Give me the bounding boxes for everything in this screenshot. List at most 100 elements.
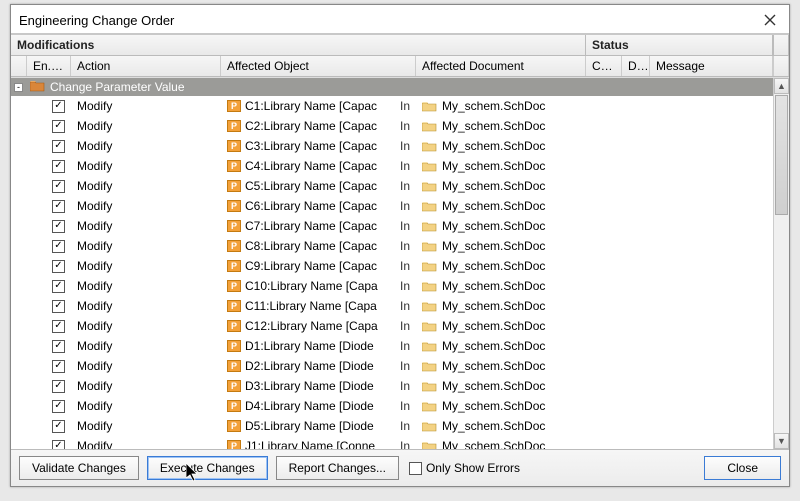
row-affected-document: My_schem.SchDoc	[416, 399, 586, 413]
col-header-affected-object[interactable]: Affected Object	[221, 56, 416, 76]
row-action: Modify	[71, 239, 221, 253]
checkbox-icon[interactable]	[409, 462, 422, 475]
scroll-down-button[interactable]: ▼	[774, 433, 789, 449]
col-header-check[interactable]: Ch...	[586, 56, 622, 76]
row-affected-document: My_schem.SchDoc	[416, 219, 586, 233]
table-row[interactable]: ✓ModifyPD4:Library Name [DiodeInMy_schem…	[11, 396, 789, 416]
table-row[interactable]: ✓ModifyPC2:Library Name [CapacInMy_schem…	[11, 116, 789, 136]
table-row[interactable]: ✓ModifyPC9:Library Name [CapacInMy_schem…	[11, 256, 789, 276]
row-enable-checkbox[interactable]: ✓	[27, 380, 71, 393]
row-affected-object: PC10:Library Name [CapaIn	[221, 279, 416, 293]
row-enable-checkbox[interactable]: ✓	[27, 140, 71, 153]
parameter-icon: P	[227, 200, 241, 212]
row-affected-object: PD1:Library Name [DiodeIn	[221, 339, 416, 353]
row-action: Modify	[71, 339, 221, 353]
table-row[interactable]: ✓ModifyPC7:Library Name [CapacInMy_schem…	[11, 216, 789, 236]
row-action: Modify	[71, 179, 221, 193]
row-action: Modify	[71, 119, 221, 133]
row-enable-checkbox[interactable]: ✓	[27, 360, 71, 373]
col-header-action[interactable]: Action	[71, 56, 221, 76]
row-enable-checkbox[interactable]: ✓	[27, 120, 71, 133]
table-row[interactable]: ✓ModifyPC6:Library Name [CapacInMy_schem…	[11, 196, 789, 216]
row-enable-checkbox[interactable]: ✓	[27, 340, 71, 353]
row-enable-checkbox[interactable]: ✓	[27, 420, 71, 433]
row-affected-document: My_schem.SchDoc	[416, 279, 586, 293]
only-show-errors-checkbox[interactable]: Only Show Errors	[409, 461, 520, 475]
col-header-enable[interactable]: En... ▾	[27, 56, 71, 76]
only-show-errors-label: Only Show Errors	[426, 461, 520, 475]
grid-rows: - Change Parameter Value ✓ModifyPC1:Libr…	[11, 78, 789, 449]
titlebar: Engineering Change Order	[11, 5, 789, 34]
table-row[interactable]: ✓ModifyPD1:Library Name [DiodeInMy_schem…	[11, 336, 789, 356]
row-action: Modify	[71, 399, 221, 413]
row-enable-checkbox[interactable]: ✓	[27, 320, 71, 333]
row-affected-object: PD3:Library Name [DiodeIn	[221, 379, 416, 393]
table-row[interactable]: ✓ModifyPC5:Library Name [CapacInMy_schem…	[11, 176, 789, 196]
parameter-icon: P	[227, 440, 241, 449]
row-action: Modify	[71, 99, 221, 113]
row-enable-checkbox[interactable]: ✓	[27, 200, 71, 213]
row-affected-document: My_schem.SchDoc	[416, 119, 586, 133]
row-enable-checkbox[interactable]: ✓	[27, 280, 71, 293]
table-row[interactable]: ✓ModifyPC10:Library Name [CapaInMy_schem…	[11, 276, 789, 296]
table-row[interactable]: ✓ModifyPC3:Library Name [CapacInMy_schem…	[11, 136, 789, 156]
execute-changes-button[interactable]: Execute Changes	[147, 456, 268, 480]
table-row[interactable]: ✓ModifyPC1:Library Name [CapacInMy_schem…	[11, 96, 789, 116]
report-changes-button[interactable]: Report Changes...	[276, 456, 399, 480]
table-row[interactable]: ✓ModifyPJ1:Library Name [ConneInMy_schem…	[11, 436, 789, 449]
scroll-up-button[interactable]: ▲	[774, 78, 789, 94]
row-affected-document: My_schem.SchDoc	[416, 379, 586, 393]
close-button[interactable]: Close	[704, 456, 781, 480]
document-folder-icon	[422, 140, 438, 152]
row-enable-checkbox[interactable]: ✓	[27, 220, 71, 233]
panel-header-modifications: Modifications	[11, 35, 586, 55]
row-enable-checkbox[interactable]: ✓	[27, 400, 71, 413]
parameter-icon: P	[227, 100, 241, 112]
table-row[interactable]: ✓ModifyPC4:Library Name [CapacInMy_schem…	[11, 156, 789, 176]
table-row[interactable]: ✓ModifyPD3:Library Name [DiodeInMy_schem…	[11, 376, 789, 396]
col-header-done[interactable]: D...	[622, 56, 650, 76]
tree-collapse-icon[interactable]: -	[14, 83, 23, 92]
group-label: Change Parameter Value	[50, 80, 185, 94]
row-action: Modify	[71, 419, 221, 433]
col-header-expand	[11, 56, 27, 76]
document-folder-icon	[422, 420, 438, 432]
row-affected-object: PC4:Library Name [CapacIn	[221, 159, 416, 173]
table-row[interactable]: ✓ModifyPC11:Library Name [CapaInMy_schem…	[11, 296, 789, 316]
parameter-icon: P	[227, 120, 241, 132]
row-enable-checkbox[interactable]: ✓	[27, 160, 71, 173]
close-icon[interactable]	[759, 11, 781, 29]
table-row[interactable]: ✓ModifyPD2:Library Name [DiodeInMy_schem…	[11, 356, 789, 376]
scroll-thumb[interactable]	[775, 95, 788, 215]
document-folder-icon	[422, 300, 438, 312]
parameter-icon: P	[227, 140, 241, 152]
row-enable-checkbox[interactable]: ✓	[27, 260, 71, 273]
table-row[interactable]: ✓ModifyPC8:Library Name [CapacInMy_schem…	[11, 236, 789, 256]
row-affected-object: PC3:Library Name [CapacIn	[221, 139, 416, 153]
row-affected-object: PC6:Library Name [CapacIn	[221, 199, 416, 213]
row-enable-checkbox[interactable]: ✓	[27, 240, 71, 253]
row-enable-checkbox[interactable]: ✓	[27, 300, 71, 313]
row-affected-document: My_schem.SchDoc	[416, 319, 586, 333]
row-affected-object: PC5:Library Name [CapacIn	[221, 179, 416, 193]
validate-changes-button[interactable]: Validate Changes	[19, 456, 139, 480]
row-affected-object: PC11:Library Name [CapaIn	[221, 299, 416, 313]
row-affected-document: My_schem.SchDoc	[416, 199, 586, 213]
parameter-icon: P	[227, 400, 241, 412]
row-enable-checkbox[interactable]: ✓	[27, 180, 71, 193]
table-row[interactable]: ✓ModifyPD5:Library Name [DiodeInMy_schem…	[11, 416, 789, 436]
document-folder-icon	[422, 340, 438, 352]
row-enable-checkbox[interactable]: ✓	[27, 440, 71, 450]
row-enable-checkbox[interactable]: ✓	[27, 100, 71, 113]
col-header-affected-document[interactable]: Affected Document	[416, 56, 586, 76]
group-row[interactable]: - Change Parameter Value	[11, 78, 789, 96]
col-header-message[interactable]: Message	[650, 56, 773, 76]
row-affected-object: PJ1:Library Name [ConneIn	[221, 439, 416, 449]
document-folder-icon	[422, 240, 438, 252]
document-folder-icon	[422, 360, 438, 372]
row-affected-document: My_schem.SchDoc	[416, 159, 586, 173]
row-affected-document: My_schem.SchDoc	[416, 99, 586, 113]
document-folder-icon	[422, 200, 438, 212]
table-row[interactable]: ✓ModifyPC12:Library Name [CapaInMy_schem…	[11, 316, 789, 336]
vertical-scrollbar[interactable]: ▲ ▼	[773, 78, 789, 449]
